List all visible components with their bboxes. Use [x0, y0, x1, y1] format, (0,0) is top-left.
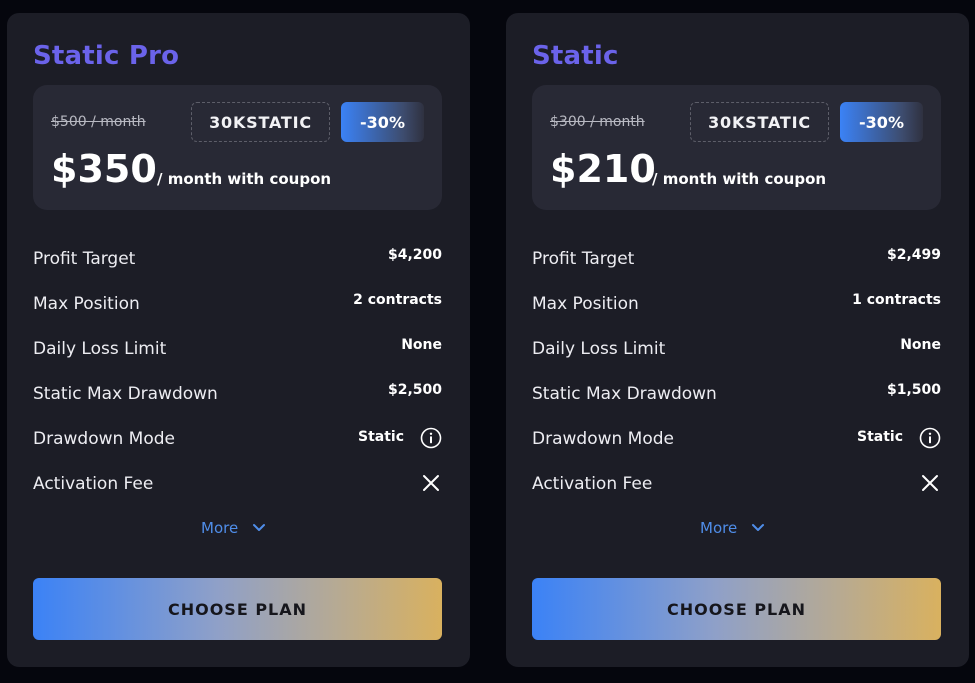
plan-card-static: Static $300 / month 30KSTATIC -30% $210 … — [506, 13, 969, 667]
discounted-price: $350 — [51, 147, 157, 191]
more-toggle[interactable]: More — [700, 517, 765, 539]
spec-value: None — [401, 337, 442, 353]
close-x-icon — [423, 475, 439, 491]
spec-row-max-position: Max Position 2 contracts — [33, 290, 442, 320]
spec-value: $1,500 — [886, 382, 941, 398]
price-suffix: / month with coupon — [157, 170, 332, 188]
spec-row-activation-fee: Activation Fee — [532, 470, 941, 500]
spec-label: Static Max Drawdown — [33, 384, 218, 404]
pricing-page: Static Pro $500 / month 30KSTATIC -30% $… — [0, 0, 975, 683]
spec-label: Max Position — [33, 294, 140, 314]
coupon-code[interactable]: 30KSTATIC — [191, 102, 330, 142]
spec-row-drawdown-mode: Drawdown Mode Static — [33, 425, 442, 455]
spec-row-daily-loss-limit: Daily Loss Limit None — [532, 335, 941, 365]
spec-value: 2 contracts — [353, 292, 442, 308]
choose-plan-button[interactable]: CHOOSE PLAN — [33, 578, 442, 640]
spec-value: $2,499 — [886, 247, 941, 263]
spec-value: 1 contracts — [852, 292, 941, 308]
info-icon[interactable] — [420, 427, 442, 449]
spec-label: Static Max Drawdown — [532, 384, 717, 404]
spec-label: Max Position — [532, 294, 639, 314]
spec-label: Drawdown Mode — [33, 429, 175, 449]
close-x-icon — [922, 475, 938, 491]
spec-label: Activation Fee — [532, 474, 653, 494]
spec-label: Daily Loss Limit — [33, 339, 167, 359]
spec-label: Activation Fee — [33, 474, 154, 494]
spec-value: Static — [357, 429, 404, 445]
original-price: $300 / month — [550, 114, 645, 130]
spec-value: $4,200 — [387, 247, 442, 263]
original-price: $500 / month — [51, 114, 146, 130]
plan-title: Static Pro — [33, 41, 180, 71]
info-icon[interactable] — [919, 427, 941, 449]
spec-value: None — [900, 337, 941, 353]
spec-row-activation-fee: Activation Fee — [33, 470, 442, 500]
choose-plan-button[interactable]: CHOOSE PLAN — [532, 578, 941, 640]
spec-row-profit-target: Profit Target $2,499 — [532, 245, 941, 275]
spec-row-drawdown-mode: Drawdown Mode Static — [532, 425, 941, 455]
spec-label: Drawdown Mode — [532, 429, 674, 449]
spec-label: Profit Target — [33, 249, 136, 269]
spec-row-profit-target: Profit Target $4,200 — [33, 245, 442, 275]
price-box: $300 / month 30KSTATIC -30% $210 / month… — [532, 85, 941, 210]
price-suffix: / month with coupon — [652, 170, 827, 188]
chevron-down-icon — [752, 524, 765, 531]
more-label: More — [201, 519, 239, 537]
discounted-price: $210 — [550, 147, 656, 191]
spec-row-static-max-drawdown: Static Max Drawdown $2,500 — [33, 380, 442, 410]
discount-badge: -30% — [341, 102, 424, 142]
spec-label: Profit Target — [532, 249, 635, 269]
plan-title: Static — [532, 41, 619, 71]
more-label: More — [700, 519, 738, 537]
spec-value: Static — [856, 429, 903, 445]
spec-row-daily-loss-limit: Daily Loss Limit None — [33, 335, 442, 365]
spec-value: $2,500 — [387, 382, 442, 398]
spec-label: Daily Loss Limit — [532, 339, 666, 359]
chevron-down-icon — [253, 524, 266, 531]
spec-row-static-max-drawdown: Static Max Drawdown $1,500 — [532, 380, 941, 410]
discount-badge: -30% — [840, 102, 923, 142]
more-toggle[interactable]: More — [201, 517, 266, 539]
spec-row-max-position: Max Position 1 contracts — [532, 290, 941, 320]
plan-card-static-pro: Static Pro $500 / month 30KSTATIC -30% $… — [7, 13, 470, 667]
price-box: $500 / month 30KSTATIC -30% $350 / month… — [33, 85, 442, 210]
coupon-code[interactable]: 30KSTATIC — [690, 102, 829, 142]
